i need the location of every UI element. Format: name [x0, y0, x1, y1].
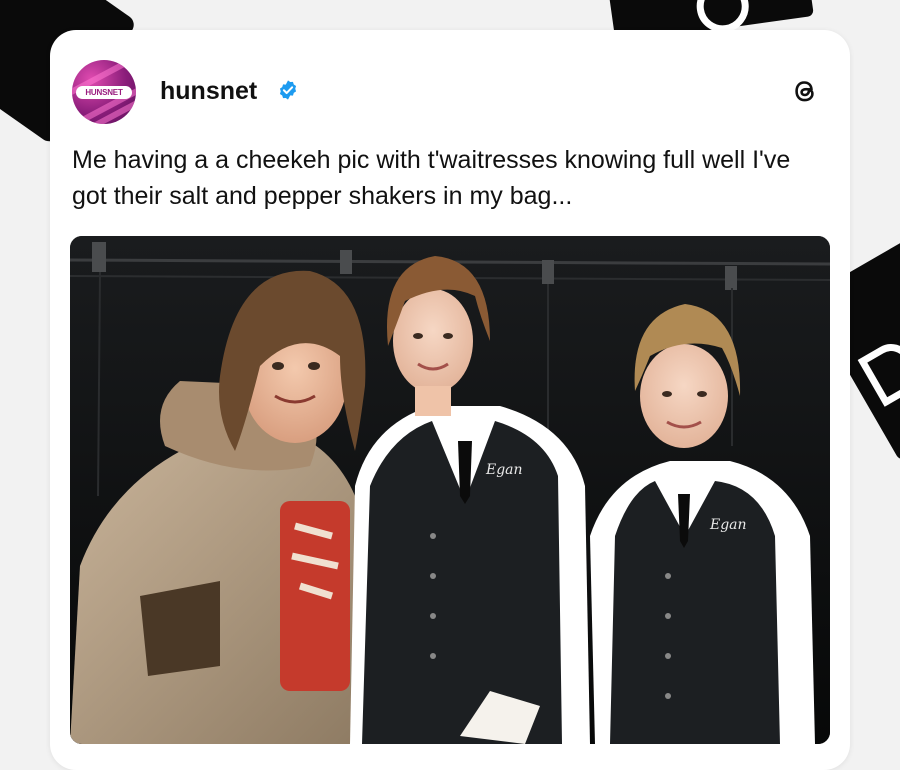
- post-header: HUNSNET hunsnet: [72, 60, 828, 126]
- post-card: HUNSNET hunsnet Me having a a cheekeh pi…: [50, 30, 850, 770]
- threads-icon[interactable]: [788, 74, 822, 108]
- avatar-logo-text: HUNSNET: [76, 86, 132, 99]
- post-caption: Me having a a cheekeh pic with t'waitres…: [72, 146, 791, 210]
- username[interactable]: hunsnet: [160, 77, 257, 106]
- post-photo[interactable]: Egan Egan: [70, 236, 830, 744]
- vest-logo-left: Egan: [485, 462, 523, 478]
- verified-badge-icon: [279, 80, 297, 100]
- avatar[interactable]: HUNSNET: [72, 60, 136, 124]
- vest-logo-right: Egan: [709, 517, 747, 533]
- photo-illustration: Egan Egan: [70, 236, 830, 744]
